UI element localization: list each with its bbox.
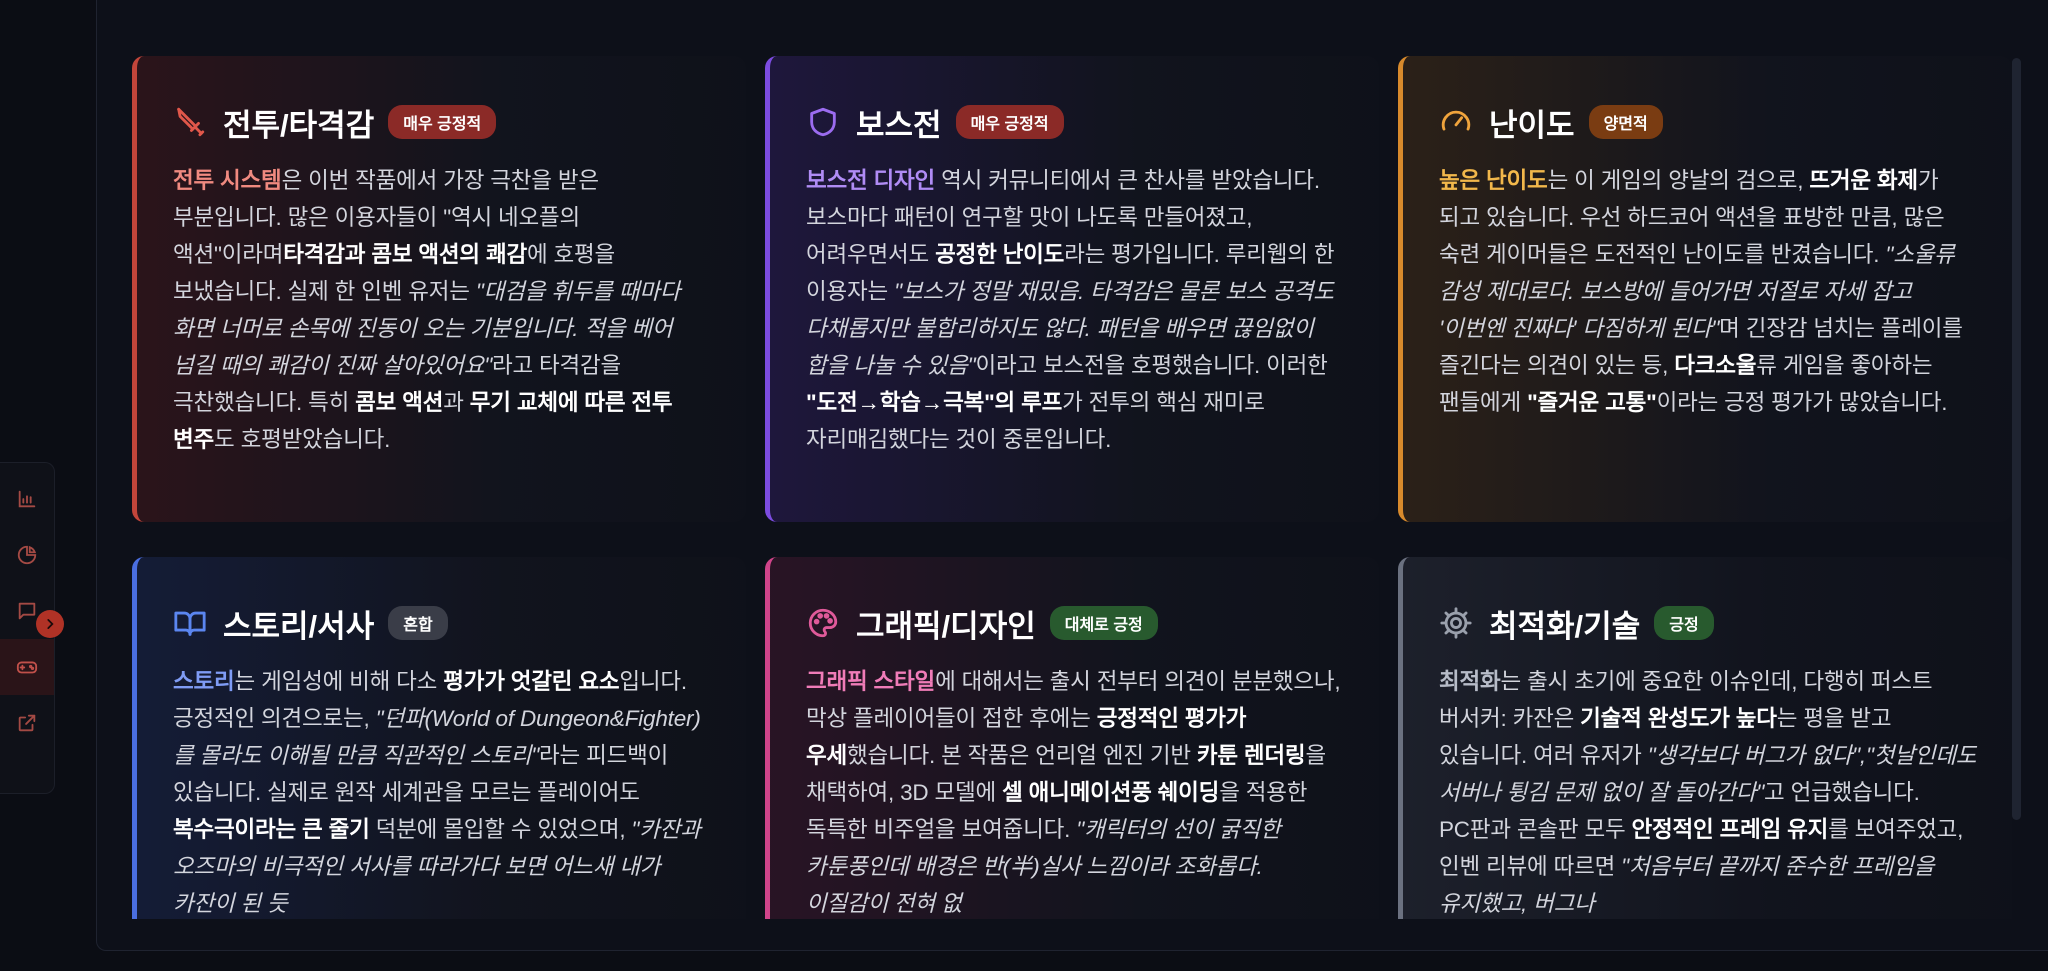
- shield-icon: [810, 107, 836, 137]
- sentiment-badge: 매우 긍정적: [955, 105, 1064, 139]
- sidebar-item-external[interactable]: [0, 695, 54, 751]
- sidebar-item-game[interactable]: [0, 639, 54, 695]
- card-graphics: 그래픽/디자인 대체로 긍정 그래픽 스타일에 대해서는 출시 전부터 의견이 …: [765, 557, 1379, 919]
- card-optimization: 최적화/기술 긍정 최적화는 출시 초기에 중요한 이슈인데, 다행히 퍼스트 …: [1398, 557, 2012, 919]
- body-text-segment: 카툰 렌더링: [1196, 743, 1306, 768]
- body-text-segment: 이라는 긍정 평가가 많았습니다.: [1656, 390, 1948, 415]
- body-text-segment: 는 게임성에 비해 다소: [234, 669, 444, 694]
- body-text-segment: 했습니다. 본 작품은 언리얼 엔진 기반: [847, 743, 1197, 768]
- card-body: 그래픽 스타일에 대해서는 출시 전부터 의견이 분분했으나, 막상 플레이어들…: [806, 663, 1345, 919]
- card-title: 그래픽/디자인: [856, 608, 1036, 644]
- body-text-segment: "도전→학습→극복"의 루프: [806, 390, 1063, 415]
- body-text-segment: 안정적인 프레임 유지: [1631, 817, 1829, 842]
- card-title: 보스전: [856, 107, 942, 143]
- body-text-segment: 뜨거운 화제: [1809, 168, 1918, 193]
- body-text-segment: 는 이 게임의 양날의 검으로,: [1547, 168, 1810, 193]
- pie-chart-icon: [17, 545, 37, 565]
- card-body: 보스전 디자인 역시 커뮤니티에서 큰 찬사를 받았습니다. 보스마다 패턴이 …: [806, 162, 1345, 458]
- body-text-segment: 덕분에 몰입할 수 있었으며,: [369, 817, 632, 842]
- sentiment-badge: 양면적: [1588, 105, 1663, 139]
- body-text-segment: 평가가 엇갈린 요소: [443, 669, 620, 694]
- card-title: 전투/타격감: [223, 107, 375, 143]
- card-title: 난이도: [1489, 107, 1575, 143]
- sentiment-badge: 대체로 긍정: [1049, 606, 1158, 640]
- body-text-segment: "즐거운 고통": [1527, 390, 1657, 415]
- body-text-segment: 기술적 완성도가 높다: [1580, 706, 1777, 731]
- external-link-icon: [18, 714, 36, 732]
- sentiment-badge: 혼합: [388, 606, 448, 640]
- chat-icon: [18, 602, 36, 620]
- card-story: 스토리/서사 혼합 스토리는 게임성에 비해 다소 평가가 엇갈린 요소입니다.…: [132, 557, 746, 919]
- body-text-segment: 콤보 액션: [355, 390, 444, 415]
- sword-icon: [177, 107, 205, 137]
- sentiment-badge: 매우 긍정적: [388, 105, 497, 139]
- card-body: 높은 난이도는 이 게임의 양날의 검으로, 뜨거운 화제가 되고 있습니다. …: [1439, 162, 1978, 421]
- body-text-segment: 전투 시스템: [173, 168, 282, 193]
- body-text-segment: 보스전 디자인: [806, 168, 936, 193]
- body-text-segment: 복수극이라는 큰 줄기: [173, 817, 370, 842]
- body-text-segment: 다크소울: [1674, 353, 1757, 378]
- body-text-segment: 셀 애니메이션풍 쉐이딩: [1002, 780, 1220, 805]
- body-text-segment: 높은 난이도: [1439, 168, 1548, 193]
- body-text-segment: 과: [443, 390, 470, 415]
- sentiment-badge: 긍정: [1654, 606, 1714, 640]
- body-text-segment: 이라고 보스전을 호평했습니다. 이러한: [975, 353, 1328, 378]
- card-difficulty: 난이도 양면적 높은 난이도는 이 게임의 양날의 검으로, 뜨거운 화제가 되…: [1398, 56, 2012, 522]
- card-body: 스토리는 게임성에 비해 다소 평가가 엇갈린 요소입니다. 긍정적인 의견으로…: [173, 663, 712, 919]
- body-text-segment: 최적화: [1439, 669, 1501, 694]
- card-battle: 전투/타격감 매우 긍정적 전투 시스템은 이번 작품에서 가장 극찬을 받은 …: [132, 56, 746, 522]
- gamepad-icon: [16, 661, 38, 674]
- body-text-segment: 공정한 난이도: [935, 242, 1065, 267]
- scrollbar[interactable]: [2012, 58, 2021, 820]
- card-body: 최적화는 출시 초기에 중요한 이슈인데, 다행히 퍼스트 버서커: 카잔은 기…: [1439, 663, 1978, 919]
- gauge-icon: [1441, 110, 1471, 131]
- body-text-segment: 도 호평받았습니다.: [214, 427, 391, 452]
- bar-chart-icon: [18, 490, 36, 508]
- card-title: 최적화/기술: [1489, 608, 1641, 644]
- palette-icon: [808, 608, 838, 638]
- book-icon: [174, 611, 206, 636]
- card-body: 전투 시스템은 이번 작품에서 가장 극찬을 받은 부분입니다. 많은 이용자들…: [173, 162, 712, 458]
- cog-icon: [1440, 607, 1472, 639]
- body-text-segment: 그래픽 스타일: [806, 669, 936, 694]
- sidebar-item-stats[interactable]: [0, 471, 54, 527]
- chevron-right-icon: [47, 619, 54, 629]
- body-text-segment: 스토리: [173, 669, 235, 694]
- card-boss: 보스전 매우 긍정적 보스전 디자인 역시 커뮤니티에서 큰 찬사를 받았습니다…: [765, 56, 1379, 522]
- body-text-segment: 타격감과 콤보 액션의 쾌감: [283, 242, 527, 267]
- sidebar-item-distribution[interactable]: [0, 527, 54, 583]
- sidebar-collapse-button[interactable]: [36, 610, 64, 638]
- card-title: 스토리/서사: [223, 608, 375, 644]
